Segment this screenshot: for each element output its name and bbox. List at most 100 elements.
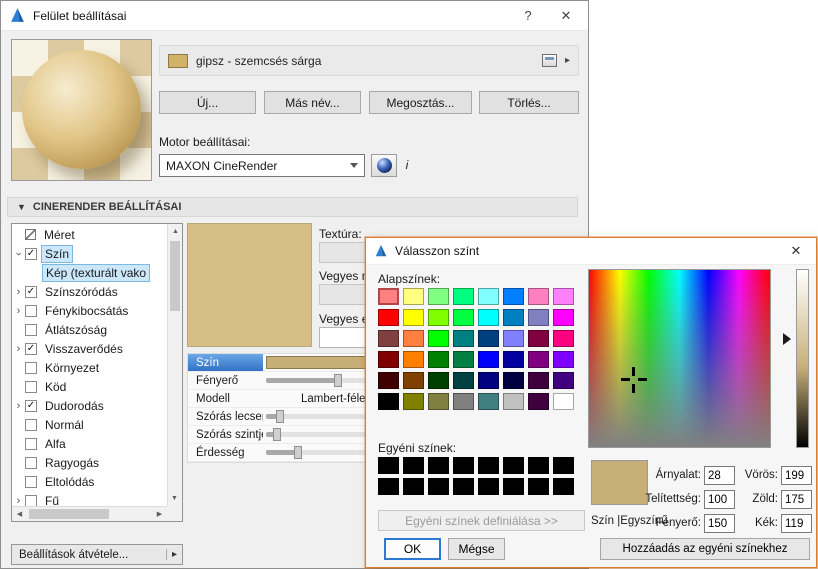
material-settings-icon[interactable] xyxy=(541,54,557,67)
basic-color-swatch[interactable] xyxy=(553,351,574,368)
checkbox-checked[interactable]: ✓ xyxy=(25,247,37,260)
basic-color-swatch[interactable] xyxy=(478,393,499,410)
green-input[interactable] xyxy=(781,490,812,509)
custom-color-swatch[interactable] xyxy=(453,457,474,474)
custom-color-swatch[interactable] xyxy=(503,478,524,495)
tree-item-szin[interactable]: › ✓ Szín xyxy=(12,244,167,263)
checkbox-unchecked[interactable] xyxy=(25,361,37,374)
share-button[interactable]: Megosztás... xyxy=(369,91,472,114)
luminance-input[interactable] xyxy=(704,514,735,533)
property-row-szoras-lecsen[interactable]: Szórás lecsen... xyxy=(188,408,386,426)
basic-color-swatch[interactable] xyxy=(428,330,449,347)
red-input[interactable] xyxy=(781,466,812,485)
delete-button[interactable]: Törlés... xyxy=(479,91,579,114)
titlebar[interactable]: Felület beállításai ? ✕ xyxy=(1,1,588,31)
tree-item-kornyezet[interactable]: Környezet xyxy=(12,358,167,377)
basic-color-swatch[interactable] xyxy=(428,393,449,410)
ok-button[interactable]: OK xyxy=(384,538,441,560)
scroll-up-icon[interactable]: ▲ xyxy=(168,224,183,239)
transfer-menu-arrow-icon[interactable]: ▸ xyxy=(166,549,182,560)
slider-thumb[interactable] xyxy=(294,446,303,459)
tree-item-kod[interactable]: Köd xyxy=(12,377,167,396)
cinerender-section-header[interactable]: ▼ CINERENDER BEÁLLÍTÁSAI xyxy=(7,197,578,217)
slider-thumb[interactable] xyxy=(334,374,342,387)
basic-color-swatch[interactable] xyxy=(528,372,549,389)
custom-color-swatch[interactable] xyxy=(403,457,424,474)
basic-color-swatch[interactable] xyxy=(453,372,474,389)
luminance-slider-arrow[interactable] xyxy=(783,333,791,345)
checkbox-unchecked[interactable] xyxy=(25,494,37,506)
custom-color-swatch[interactable] xyxy=(528,457,549,474)
checkbox-unchecked[interactable] xyxy=(25,475,37,488)
color-dialog-close-button[interactable]: ✕ xyxy=(784,243,808,259)
basic-color-swatch[interactable] xyxy=(478,372,499,389)
basic-color-swatch[interactable] xyxy=(553,309,574,326)
checkbox-unchecked[interactable] xyxy=(25,323,37,336)
basic-color-swatch[interactable] xyxy=(453,288,474,305)
checkbox-unchecked[interactable] xyxy=(25,418,37,431)
expander-closed-icon[interactable]: › xyxy=(12,343,25,355)
checkbox-unchecked[interactable] xyxy=(25,380,37,393)
basic-color-swatch[interactable] xyxy=(378,309,399,326)
tree-item-dudorodas[interactable]: › ✓ Dudorodás xyxy=(12,396,167,415)
basic-color-swatch[interactable] xyxy=(553,330,574,347)
tree-item-alfa[interactable]: Alfa xyxy=(12,434,167,453)
basic-color-swatch[interactable] xyxy=(503,372,524,389)
basic-color-swatch[interactable] xyxy=(503,288,524,305)
checkbox-checked[interactable]: ✓ xyxy=(25,399,37,412)
basic-color-swatch[interactable] xyxy=(553,372,574,389)
custom-color-swatch[interactable] xyxy=(478,457,499,474)
close-button[interactable]: ✕ xyxy=(550,1,582,31)
basic-color-swatch[interactable] xyxy=(403,309,424,326)
basic-color-swatch[interactable] xyxy=(553,288,574,305)
tree-item-visszaverodes[interactable]: › ✓ Visszaverődés xyxy=(12,339,167,358)
checkbox-checked[interactable]: ✓ xyxy=(25,285,37,298)
basic-color-swatch[interactable] xyxy=(478,309,499,326)
engine-info-button[interactable]: i xyxy=(399,154,415,177)
new-button[interactable]: Új... xyxy=(159,91,256,114)
blue-input[interactable] xyxy=(781,514,812,533)
basic-color-swatch[interactable] xyxy=(378,393,399,410)
expander-closed-icon[interactable]: › xyxy=(12,305,25,317)
custom-color-swatch[interactable] xyxy=(528,478,549,495)
custom-color-swatch[interactable] xyxy=(403,478,424,495)
basic-color-swatch[interactable] xyxy=(528,309,549,326)
basic-color-swatch[interactable] xyxy=(378,351,399,368)
add-to-custom-colors-button[interactable]: Hozzáadás az egyéni színekhez xyxy=(600,538,810,560)
custom-color-swatch[interactable] xyxy=(378,457,399,474)
basic-color-swatch[interactable] xyxy=(403,351,424,368)
custom-color-swatch[interactable] xyxy=(428,457,449,474)
property-row-erdesseg[interactable]: Érdesség xyxy=(188,444,386,462)
tree-item-szinszorodas[interactable]: › ✓ Színszóródás xyxy=(12,282,167,301)
basic-color-swatch[interactable] xyxy=(453,309,474,326)
texture-thumbnail[interactable] xyxy=(187,223,312,347)
expander-closed-icon[interactable]: › xyxy=(12,495,25,507)
property-row-fenyero[interactable]: Fényerő xyxy=(188,372,386,390)
basic-color-swatch[interactable] xyxy=(478,288,499,305)
tree-item-normal[interactable]: Normál xyxy=(12,415,167,434)
checkbox-unchecked[interactable] xyxy=(25,456,37,469)
rename-button[interactable]: Más név... xyxy=(264,91,361,114)
tree-item-fenykibocsatas[interactable]: › Fénykibocsátás xyxy=(12,301,167,320)
basic-color-swatch[interactable] xyxy=(403,330,424,347)
basic-color-swatch[interactable] xyxy=(378,330,399,347)
custom-color-swatch[interactable] xyxy=(553,457,574,474)
expander-closed-icon[interactable]: › xyxy=(12,286,25,298)
basic-color-swatch[interactable] xyxy=(503,330,524,347)
tree-item-fu[interactable]: › Fű xyxy=(12,491,167,506)
tree-item-atlatszosag[interactable]: Átlátszóság xyxy=(12,320,167,339)
vertical-scroll-thumb[interactable] xyxy=(170,241,180,311)
transfer-settings-button[interactable]: Beállítások átvétele... ▸ xyxy=(11,544,183,565)
luminance-bar[interactable] xyxy=(796,269,809,448)
basic-color-swatch[interactable] xyxy=(528,330,549,347)
custom-color-swatch[interactable] xyxy=(503,457,524,474)
property-row-szin[interactable]: Szín xyxy=(188,354,386,372)
basic-color-swatch[interactable] xyxy=(503,309,524,326)
basic-color-swatch[interactable] xyxy=(553,393,574,410)
basic-color-swatch[interactable] xyxy=(453,393,474,410)
custom-color-swatch[interactable] xyxy=(428,478,449,495)
help-button[interactable]: ? xyxy=(512,1,544,31)
slider-thumb[interactable] xyxy=(276,410,285,423)
engine-settings-button[interactable] xyxy=(371,154,397,177)
basic-color-swatch[interactable] xyxy=(403,393,424,410)
